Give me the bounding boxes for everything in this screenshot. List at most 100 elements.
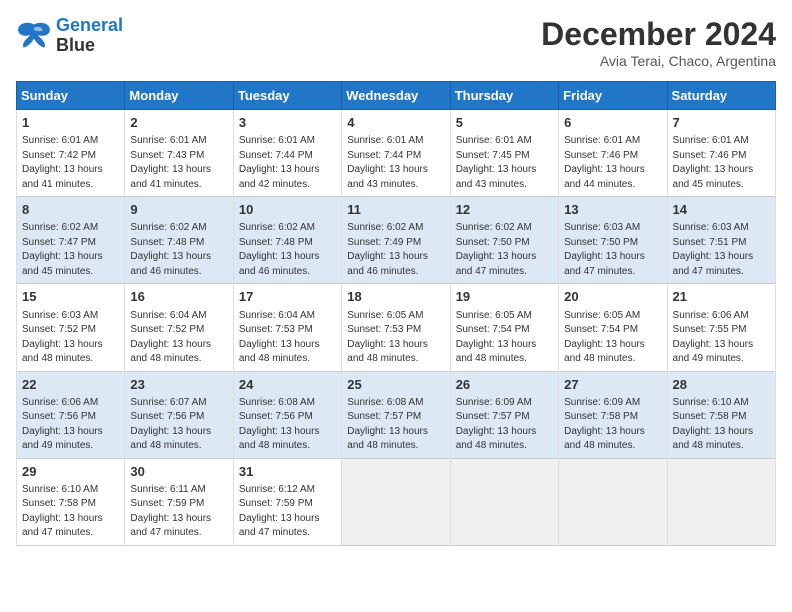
day-number: 17 [239,288,336,306]
day-info: Sunrise: 6:03 AMSunset: 7:51 PMDaylight:… [673,221,770,279]
calendar-cell [559,458,667,545]
day-number: 2 [130,114,227,132]
day-number: 25 [347,376,444,394]
day-info: Sunrise: 6:01 AMSunset: 7:44 PMDaylight:… [239,134,336,192]
month-title: December 2024 [541,16,776,53]
calendar-cell: 22Sunrise: 6:06 AMSunset: 7:56 PMDayligh… [17,371,125,458]
day-info: Sunrise: 6:07 AMSunset: 7:56 PMDaylight:… [130,396,227,454]
day-info: Sunrise: 6:02 AMSunset: 7:48 PMDaylight:… [239,221,336,279]
day-info: Sunrise: 6:01 AMSunset: 7:46 PMDaylight:… [673,134,770,192]
header-saturday: Saturday [667,82,775,110]
calendar-week-row: 29 Sunrise: 6:10 AMSunset: 7:58 PMDayligh… [17,458,776,545]
day-number: 27 [564,376,661,394]
calendar-cell: 7 Sunrise: 6:01 AMSunset: 7:46 PMDaylight… [667,110,775,197]
day-number: 5 [456,114,553,132]
day-info: Sunrise: 6:01 AMSunset: 7:42 PMDaylight:… [22,134,119,192]
day-info: Sunrise: 6:08 AMSunset: 7:57 PMDaylight:… [347,396,444,454]
calendar-cell: 4 Sunrise: 6:01 AMSunset: 7:44 PMDaylight… [342,110,450,197]
day-number: 11 [347,201,444,219]
day-info: Sunrise: 6:01 AMSunset: 7:43 PMDaylight:… [130,134,227,192]
day-info: Sunrise: 6:05 AMSunset: 7:54 PMDaylight:… [564,309,661,367]
header-thursday: Thursday [450,82,558,110]
calendar-cell: 5 Sunrise: 6:01 AMSunset: 7:45 PMDaylight… [450,110,558,197]
day-info: Sunrise: 6:08 AMSunset: 7:56 PMDaylight:… [239,396,336,454]
day-number: 24 [239,376,336,394]
calendar-cell [450,458,558,545]
calendar-cell: 8Sunrise: 6:02 AMSunset: 7:47 PMDaylight… [17,197,125,284]
day-number: 12 [456,201,553,219]
calendar-cell: 28 Sunrise: 6:10 AMSunset: 7:58 PMDayligh… [667,371,775,458]
calendar-cell: 16Sunrise: 6:04 AMSunset: 7:52 PMDayligh… [125,284,233,371]
calendar-cell: 31 Sunrise: 6:12 AMSunset: 7:59 PMDayligh… [233,458,341,545]
calendar-week-row: 22Sunrise: 6:06 AMSunset: 7:56 PMDayligh… [17,371,776,458]
day-info: Sunrise: 6:10 AMSunset: 7:58 PMDaylight:… [22,483,119,541]
calendar-cell: 2 Sunrise: 6:01 AMSunset: 7:43 PMDaylight… [125,110,233,197]
calendar-table: Sunday Monday Tuesday Wednesday Thursday… [16,81,776,546]
day-info: Sunrise: 6:12 AMSunset: 7:59 PMDaylight:… [239,483,336,541]
day-number: 8 [22,201,119,219]
calendar-cell: 19Sunrise: 6:05 AMSunset: 7:54 PMDayligh… [450,284,558,371]
calendar-cell: 10 Sunrise: 6:02 AMSunset: 7:48 PMDayligh… [233,197,341,284]
day-number: 7 [673,114,770,132]
calendar-cell: 25 Sunrise: 6:08 AMSunset: 7:57 PMDayligh… [342,371,450,458]
day-info: Sunrise: 6:05 AMSunset: 7:54 PMDaylight:… [456,309,553,367]
calendar-cell: 18 Sunrise: 6:05 AMSunset: 7:53 PMDayligh… [342,284,450,371]
day-info: Sunrise: 6:06 AMSunset: 7:56 PMDaylight:… [22,396,119,454]
day-number: 3 [239,114,336,132]
day-info: Sunrise: 6:02 AMSunset: 7:49 PMDaylight:… [347,221,444,279]
day-info: Sunrise: 6:09 AMSunset: 7:58 PMDaylight:… [564,396,661,454]
day-info: Sunrise: 6:02 AMSunset: 7:48 PMDaylight:… [130,221,227,279]
calendar-cell: 30Sunrise: 6:11 AMSunset: 7:59 PMDayligh… [125,458,233,545]
title-block: December 2024 Avia Terai, Chaco, Argenti… [541,16,776,69]
calendar-cell: 11 Sunrise: 6:02 AMSunset: 7:49 PMDayligh… [342,197,450,284]
calendar-cell: 24 Sunrise: 6:08 AMSunset: 7:56 PMDayligh… [233,371,341,458]
day-info: Sunrise: 6:05 AMSunset: 7:53 PMDaylight:… [347,309,444,367]
calendar-cell: 17 Sunrise: 6:04 AMSunset: 7:53 PMDayligh… [233,284,341,371]
logo: GeneralBlue [16,16,123,56]
day-number: 29 [22,463,119,481]
day-info: Sunrise: 6:01 AMSunset: 7:46 PMDaylight:… [564,134,661,192]
calendar-cell: 6 Sunrise: 6:01 AMSunset: 7:46 PMDaylight… [559,110,667,197]
day-number: 6 [564,114,661,132]
day-info: Sunrise: 6:03 AMSunset: 7:52 PMDaylight:… [22,309,119,367]
day-number: 28 [673,376,770,394]
day-info: Sunrise: 6:11 AMSunset: 7:59 PMDaylight:… [130,483,227,541]
day-info: Sunrise: 6:01 AMSunset: 7:44 PMDaylight:… [347,134,444,192]
day-number: 9 [130,201,227,219]
calendar-cell: 12 Sunrise: 6:02 AMSunset: 7:50 PMDayligh… [450,197,558,284]
day-number: 18 [347,288,444,306]
day-number: 23 [130,376,227,394]
calendar-cell: 20 Sunrise: 6:05 AMSunset: 7:54 PMDayligh… [559,284,667,371]
logo-icon [16,21,52,51]
calendar-cell [667,458,775,545]
day-info: Sunrise: 6:09 AMSunset: 7:57 PMDaylight:… [456,396,553,454]
day-number: 26 [456,376,553,394]
header-monday: Monday [125,82,233,110]
day-info: Sunrise: 6:04 AMSunset: 7:53 PMDaylight:… [239,309,336,367]
calendar-header-row: Sunday Monday Tuesday Wednesday Thursday… [17,82,776,110]
calendar-cell: 27 Sunrise: 6:09 AMSunset: 7:58 PMDayligh… [559,371,667,458]
calendar-week-row: 1Sunrise: 6:01 AMSunset: 7:42 PMDaylight… [17,110,776,197]
calendar-cell: 21Sunrise: 6:06 AMSunset: 7:55 PMDayligh… [667,284,775,371]
header-wednesday: Wednesday [342,82,450,110]
day-number: 31 [239,463,336,481]
calendar-cell: 3 Sunrise: 6:01 AMSunset: 7:44 PMDaylight… [233,110,341,197]
day-number: 15 [22,288,119,306]
day-info: Sunrise: 6:10 AMSunset: 7:58 PMDaylight:… [673,396,770,454]
header-friday: Friday [559,82,667,110]
day-info: Sunrise: 6:02 AMSunset: 7:50 PMDaylight:… [456,221,553,279]
day-number: 20 [564,288,661,306]
calendar-week-row: 15 Sunrise: 6:03 AMSunset: 7:52 PMDayligh… [17,284,776,371]
calendar-cell: 1Sunrise: 6:01 AMSunset: 7:42 PMDaylight… [17,110,125,197]
day-number: 21 [673,288,770,306]
calendar-cell: 15 Sunrise: 6:03 AMSunset: 7:52 PMDayligh… [17,284,125,371]
page-header: GeneralBlue December 2024 Avia Terai, Ch… [16,16,776,69]
day-number: 4 [347,114,444,132]
calendar-cell: 29 Sunrise: 6:10 AMSunset: 7:58 PMDayligh… [17,458,125,545]
header-sunday: Sunday [17,82,125,110]
header-tuesday: Tuesday [233,82,341,110]
calendar-week-row: 8Sunrise: 6:02 AMSunset: 7:47 PMDaylight… [17,197,776,284]
day-info: Sunrise: 6:01 AMSunset: 7:45 PMDaylight:… [456,134,553,192]
location-subtitle: Avia Terai, Chaco, Argentina [541,53,776,69]
day-number: 10 [239,201,336,219]
